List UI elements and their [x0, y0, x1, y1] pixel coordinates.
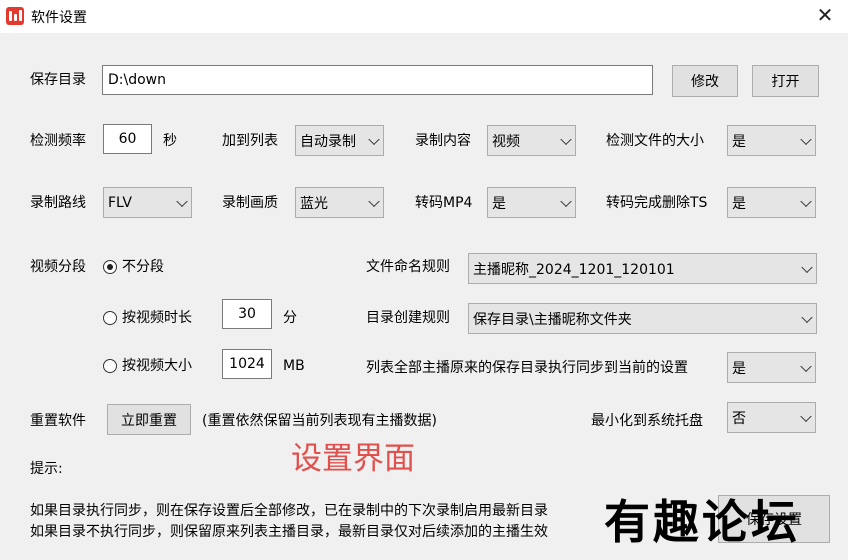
- record-route-value: FLV: [108, 194, 132, 211]
- reset-note: (重置依然保留当前列表现有主播数据): [202, 413, 437, 429]
- open-button[interactable]: 打开: [752, 65, 819, 97]
- chevron-down-icon: [176, 195, 188, 207]
- chevron-down-icon: [368, 195, 380, 207]
- naming-rule-label: 文件命名规则: [366, 259, 450, 275]
- record-content-label: 录制内容: [415, 133, 471, 149]
- segment-none-label[interactable]: 不分段: [122, 257, 164, 277]
- title-bar: 软件设置 ✕: [0, 0, 848, 33]
- record-quality-label: 录制画质: [222, 195, 278, 211]
- segment-size-radio[interactable]: [103, 359, 117, 373]
- segment-duration-input[interactable]: 30: [222, 299, 272, 329]
- record-content-value: 视频: [492, 133, 520, 150]
- add-list-label: 加到列表: [222, 133, 278, 149]
- chevron-down-icon: [800, 410, 812, 422]
- naming-rule-select[interactable]: 主播昵称_2024_1201_120101: [468, 253, 817, 284]
- segment-none-radio[interactable]: [103, 260, 117, 274]
- save-dir-label: 保存目录: [30, 72, 86, 88]
- delete-ts-value: 是: [732, 195, 746, 212]
- record-content-select[interactable]: 视频: [487, 125, 576, 156]
- tips-line-1: 如果目录执行同步，则在保存设置后全部修改，已在录制中的下次录制启用最新目录: [30, 503, 548, 519]
- detect-freq-unit: 秒: [163, 133, 177, 149]
- add-list-value: 自动录制: [300, 133, 356, 150]
- check-file-size-value: 是: [732, 133, 746, 150]
- detect-freq-input[interactable]: 60: [103, 124, 152, 154]
- record-route-select[interactable]: FLV: [103, 187, 192, 218]
- chevron-down-icon: [560, 195, 572, 207]
- window-title: 软件设置: [31, 10, 87, 26]
- segment-duration-unit: 分: [283, 310, 297, 326]
- close-icon[interactable]: ✕: [802, 0, 848, 33]
- segment-label: 视频分段: [30, 259, 86, 275]
- transcode-mp4-label: 转码MP4: [415, 195, 473, 211]
- delete-ts-select[interactable]: 是: [727, 187, 816, 218]
- minimize-tray-label: 最小化到系统托盘: [591, 413, 703, 429]
- sync-dir-select[interactable]: 是: [727, 352, 816, 383]
- chevron-down-icon: [801, 311, 813, 323]
- dir-rule-select[interactable]: 保存目录\主播昵称文件夹: [468, 303, 817, 334]
- sync-dir-label: 列表全部主播原来的保存目录执行同步到当前的设置: [366, 360, 688, 376]
- chevron-down-icon: [800, 360, 812, 372]
- app-logo-icon: [6, 7, 24, 25]
- overlay-caption: 设置界面: [291, 441, 415, 477]
- delete-ts-label: 转码完成删除TS: [606, 195, 708, 211]
- chevron-down-icon: [800, 133, 812, 145]
- segment-duration-radio[interactable]: [103, 311, 117, 325]
- chevron-down-icon: [368, 133, 380, 145]
- modify-button[interactable]: 修改: [672, 65, 738, 97]
- add-list-select[interactable]: 自动录制: [295, 125, 384, 156]
- segment-size-input[interactable]: 1024: [222, 349, 272, 379]
- chevron-down-icon: [800, 195, 812, 207]
- check-file-size-label: 检测文件的大小: [606, 133, 704, 149]
- dir-rule-label: 目录创建规则: [366, 310, 450, 326]
- transcode-mp4-value: 是: [492, 195, 506, 212]
- save-dir-input[interactable]: D:\down: [102, 65, 653, 95]
- detect-freq-label: 检测频率: [30, 133, 86, 149]
- reset-label: 重置软件: [30, 413, 86, 429]
- record-route-label: 录制路线: [30, 195, 86, 211]
- check-file-size-select[interactable]: 是: [727, 125, 816, 156]
- segment-size-label[interactable]: 按视频大小: [122, 356, 192, 376]
- reset-now-button[interactable]: 立即重置: [107, 404, 191, 435]
- minimize-tray-select[interactable]: 否: [727, 402, 816, 433]
- tips-line-2: 如果目录不执行同步，则保留原来列表主播目录，最新目录仅对后续添加的主播生效: [30, 524, 548, 540]
- record-quality-value: 蓝光: [300, 195, 328, 212]
- tips-title: 提示:: [30, 461, 63, 477]
- forum-watermark: 有趣论坛: [604, 495, 800, 549]
- naming-rule-value: 主播昵称_2024_1201_120101: [473, 261, 675, 278]
- record-quality-select[interactable]: 蓝光: [295, 187, 384, 218]
- minimize-tray-value: 否: [732, 410, 746, 427]
- dir-rule-value: 保存目录\主播昵称文件夹: [473, 311, 632, 328]
- segment-duration-label[interactable]: 按视频时长: [122, 308, 192, 328]
- transcode-mp4-select[interactable]: 是: [487, 187, 576, 218]
- segment-size-unit: MB: [283, 358, 305, 374]
- chevron-down-icon: [560, 133, 572, 145]
- sync-dir-value: 是: [732, 360, 746, 377]
- chevron-down-icon: [801, 261, 813, 273]
